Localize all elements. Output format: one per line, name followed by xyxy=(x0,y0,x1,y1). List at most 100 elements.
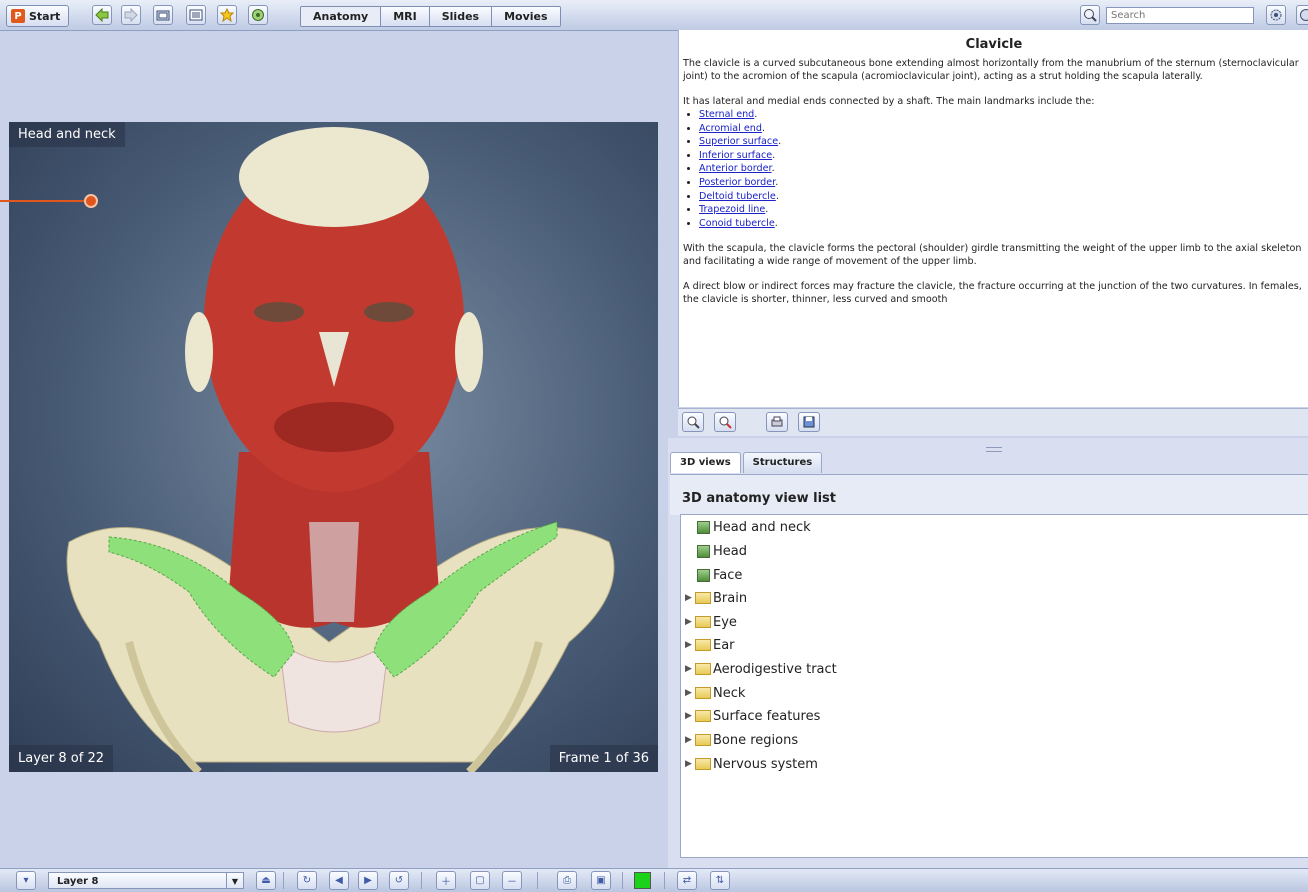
global-icon[interactable] xyxy=(248,5,268,25)
tree-folder[interactable]: ▶Nervous system xyxy=(681,754,818,774)
chevron-down-icon[interactable]: ▼ xyxy=(226,873,243,888)
structure-title: Clavicle xyxy=(679,37,1308,52)
tree-folder[interactable]: ▶Brain xyxy=(681,588,747,608)
list-icon[interactable] xyxy=(186,5,206,25)
view-icon xyxy=(697,545,710,558)
tab-structures[interactable]: Structures xyxy=(743,452,823,473)
expand-arrow-icon[interactable]: ▶ xyxy=(685,593,695,603)
tree-item-label: Bone regions xyxy=(713,733,798,748)
eject-icon[interactable]: ⏏ xyxy=(256,871,276,890)
swap-icon[interactable]: ⇄ xyxy=(677,871,697,890)
view-icon xyxy=(697,521,710,534)
tree-item[interactable]: Head and neck xyxy=(697,517,811,537)
expand-arrow-icon[interactable]: ▶ xyxy=(685,640,695,650)
favorites-star-icon[interactable] xyxy=(217,5,237,25)
print-icon[interactable] xyxy=(766,412,788,432)
expand-arrow-icon[interactable]: ▶ xyxy=(685,617,695,627)
landmark-link[interactable]: Anterior border xyxy=(699,163,772,174)
viewer-title: Head and neck xyxy=(9,122,125,147)
folder-icon xyxy=(695,592,711,604)
folder-icon[interactable] xyxy=(153,5,173,25)
landmark-link[interactable]: Acromial end xyxy=(699,123,762,134)
folder-icon xyxy=(695,710,711,722)
forward-arrow-icon[interactable] xyxy=(121,5,141,25)
rotate-down-icon[interactable]: ↺ xyxy=(389,871,409,890)
landmark-link[interactable]: Superior surface xyxy=(699,136,778,147)
back-arrow-icon[interactable] xyxy=(92,5,112,25)
zoom-in-icon[interactable]: ＋ xyxy=(436,871,456,890)
divider xyxy=(622,872,623,889)
highlight-color-swatch[interactable] xyxy=(634,872,651,889)
tab-slides[interactable]: Slides xyxy=(430,7,492,26)
tree-item[interactable]: Face xyxy=(697,565,742,585)
list-title: 3D anatomy view list xyxy=(682,491,836,506)
tree-folder[interactable]: ▶ Aerodigestive tract xyxy=(681,659,837,679)
next-frame-icon[interactable]: ▶ xyxy=(358,871,378,890)
layer-select-value: Layer 8 xyxy=(57,876,98,887)
expand-arrow-icon[interactable]: ▶ xyxy=(685,688,695,698)
landmark-link[interactable]: Posterior border xyxy=(699,177,775,188)
landmark-link[interactable]: Deltoid tubercle xyxy=(699,191,776,202)
paragraph: With the scapula, the clavicle forms the… xyxy=(683,242,1305,268)
tree-item-label: Head and neck xyxy=(713,520,811,535)
fit-to-window-icon[interactable]: ▢ xyxy=(470,871,490,890)
layer-select[interactable]: Layer 8 ▼ xyxy=(48,872,244,889)
zoom-out-icon[interactable] xyxy=(714,412,736,432)
tab-3d-views[interactable]: 3D views xyxy=(670,452,741,473)
list-item: Sternal end. xyxy=(699,108,1305,122)
tree-item-label: Face xyxy=(713,568,742,583)
callout-marker xyxy=(84,194,98,208)
rotate-up-icon[interactable]: ↻ xyxy=(297,871,317,890)
tab-mri[interactable]: MRI xyxy=(381,7,430,26)
landmark-link[interactable]: Sternal end xyxy=(699,109,754,120)
list-item: Superior surface. xyxy=(699,135,1305,149)
help-icon[interactable] xyxy=(1296,5,1308,25)
divider xyxy=(421,872,422,889)
list-item: Anterior border. xyxy=(699,162,1305,176)
save-icon[interactable]: ▣ xyxy=(591,871,611,890)
tree-folder[interactable]: ▶Neck xyxy=(681,683,745,703)
search-input[interactable] xyxy=(1106,7,1254,24)
expand-arrow-icon[interactable]: ▶ xyxy=(685,759,695,769)
tree-item[interactable]: Head xyxy=(697,541,747,561)
search-icon[interactable] xyxy=(1080,5,1100,25)
landmark-link[interactable]: Conoid tubercle xyxy=(699,218,775,229)
folder-icon xyxy=(695,687,711,699)
top-toolbar: P Start Anatomy MRI Slides Movies xyxy=(0,0,1308,31)
description-panel: Clavicle The clavicle is a curved subcut… xyxy=(678,30,1308,407)
views-tabs: 3D views Structures xyxy=(670,452,824,473)
folder-icon xyxy=(695,734,711,746)
sort-icon[interactable]: ⇅ xyxy=(710,871,730,890)
zoom-in-icon[interactable] xyxy=(682,412,704,432)
zoom-out-icon[interactable]: － xyxy=(502,871,522,890)
tab-anatomy[interactable]: Anatomy xyxy=(301,7,381,26)
gear-icon[interactable] xyxy=(1266,5,1286,25)
start-button[interactable]: P Start xyxy=(6,5,69,27)
panel-splitter[interactable] xyxy=(986,447,1002,452)
layer-menu-icon[interactable]: ▾ xyxy=(16,871,36,890)
tree-item-label: Eye xyxy=(713,615,737,630)
tree-folder[interactable]: ▶ Eye xyxy=(681,612,737,632)
divider xyxy=(283,872,284,889)
expand-arrow-icon[interactable]: ▶ xyxy=(685,711,695,721)
bottom-toolbar: ▾ Layer 8 ▼ ⏏ ↻ ◀ ▶ ↺ ＋ ▢ － ⎙ ▣ ⇄ ⇅ xyxy=(0,868,1308,892)
print-icon[interactable]: ⎙ xyxy=(557,871,577,890)
tree-item-label: Aerodigestive tract xyxy=(713,662,837,677)
landmark-link[interactable]: Trapezoid line xyxy=(699,204,765,215)
expand-arrow-icon[interactable]: ▶ xyxy=(685,664,695,674)
view-icon xyxy=(697,569,710,582)
tree-folder[interactable]: ▶Surface features xyxy=(681,706,820,726)
3d-viewer[interactable]: Head and neck Layer 8 of 22 Frame 1 of 3… xyxy=(9,122,658,772)
text-toolbar xyxy=(678,408,1308,436)
expand-arrow-icon[interactable]: ▶ xyxy=(685,735,695,745)
tree-folder[interactable]: ▶Ear xyxy=(681,635,735,655)
previous-frame-icon[interactable]: ◀ xyxy=(329,871,349,890)
landmark-link[interactable]: Inferior surface xyxy=(699,150,772,161)
tab-movies[interactable]: Movies xyxy=(492,7,559,26)
tree-folder[interactable]: ▶ Bone regions xyxy=(681,730,798,750)
anatomy-model-image[interactable] xyxy=(9,122,658,772)
list-item: Inferior surface. xyxy=(699,149,1305,163)
folder-icon xyxy=(695,758,711,770)
save-icon[interactable] xyxy=(798,412,820,432)
list-item: Acromial end. xyxy=(699,122,1305,136)
